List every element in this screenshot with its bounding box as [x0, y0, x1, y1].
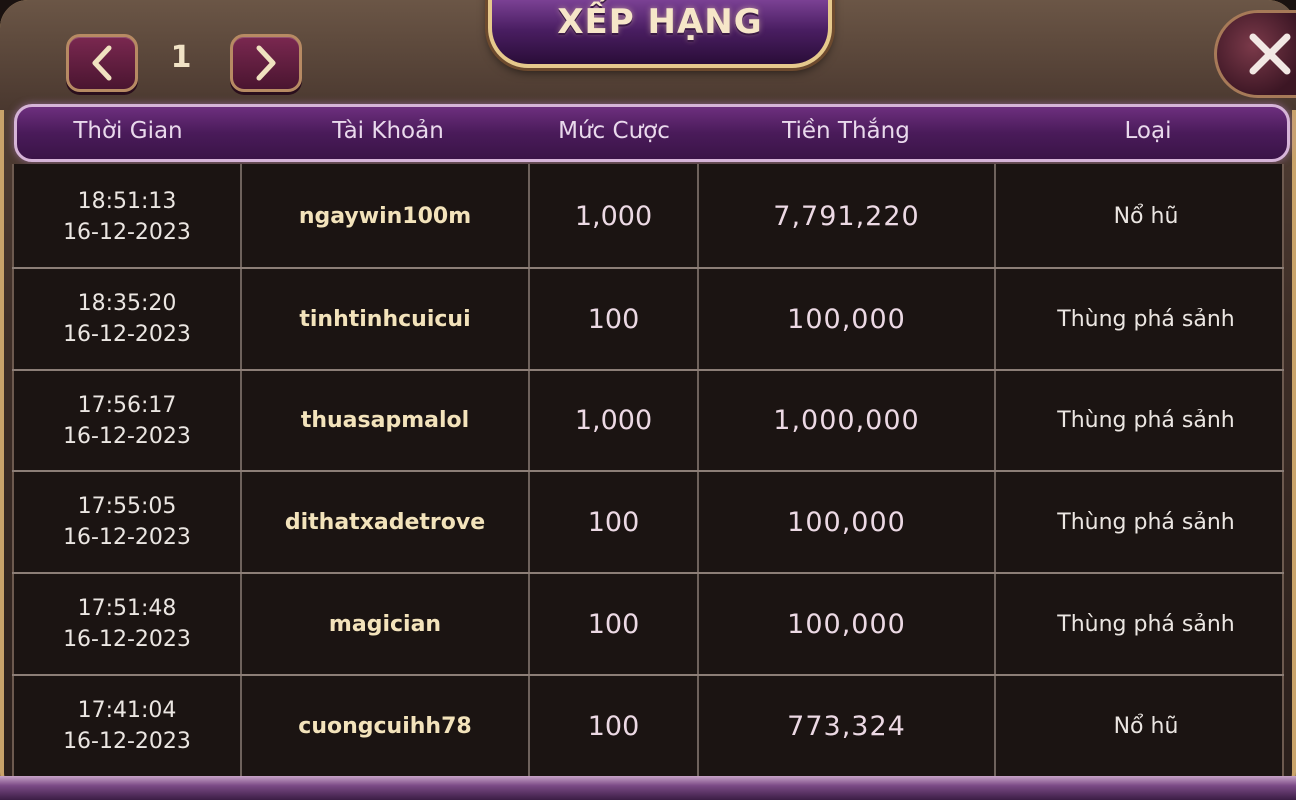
- row-type: Thùng phá sảnh: [1057, 306, 1235, 332]
- table-row: 17:56:17 16-12-2023: [14, 371, 240, 470]
- page-title: XẾP HẠNG: [557, 2, 763, 42]
- row-time: 17:56:17: [77, 392, 177, 418]
- row-time: 18:51:13: [77, 188, 177, 214]
- chevron-right-icon: [256, 45, 276, 81]
- row-type: Nổ hũ: [1113, 204, 1179, 229]
- row-bet: 100: [587, 608, 640, 640]
- header-win: Tiền Thắng: [782, 118, 910, 144]
- row-win: 100,000: [787, 608, 906, 640]
- page-number: 1: [170, 40, 192, 75]
- row-user: tinhtinhcuicui: [299, 306, 471, 332]
- close-icon: [1249, 33, 1291, 75]
- prev-page-button[interactable]: [66, 34, 138, 92]
- row-bet: 100: [587, 710, 640, 742]
- next-page-button[interactable]: [230, 34, 302, 92]
- row-date: 16-12-2023: [63, 627, 191, 652]
- table-row: 18:51:13 16-12-2023: [14, 166, 240, 267]
- header-type: Loại: [1124, 118, 1172, 144]
- row-user: dithatxadetrove: [284, 509, 486, 535]
- table-row: 17:41:04 16-12-2023: [14, 676, 240, 776]
- row-time: 17:55:05: [77, 494, 177, 519]
- row-win: 1,000,000: [773, 405, 920, 436]
- row-bet: 100: [587, 303, 640, 335]
- row-bet: 1,000: [574, 405, 653, 436]
- row-user: magician: [328, 611, 442, 637]
- row-user: thuasapmalol: [300, 408, 470, 433]
- panel-bottom-border: [0, 776, 1296, 800]
- row-win: 100,000: [787, 303, 906, 335]
- row-time: 17:41:04: [77, 698, 177, 723]
- row-type: Thùng phá sảnh: [1057, 408, 1235, 433]
- row-date: 16-12-2023: [63, 423, 191, 449]
- row-type: Thùng phá sảnh: [1057, 611, 1235, 637]
- table-row: 17:51:48 16-12-2023: [14, 574, 240, 674]
- title-badge: XẾP HẠNG: [488, 0, 832, 68]
- row-type: Nổ hũ: [1113, 713, 1179, 739]
- row-user: cuongcuihh78: [298, 713, 472, 739]
- table-row: 17:55:05 16-12-2023: [14, 472, 240, 572]
- row-bet: 100: [587, 506, 640, 538]
- close-button[interactable]: [1214, 10, 1296, 98]
- row-win: 7,791,220: [773, 201, 920, 232]
- row-date: 16-12-2023: [63, 729, 191, 754]
- header-account: Tài Khoản: [332, 118, 444, 144]
- row-date: 16-12-2023: [63, 322, 191, 347]
- chevron-left-icon: [92, 45, 112, 81]
- row-bet: 1,000: [574, 201, 653, 232]
- row-date: 16-12-2023: [63, 525, 191, 550]
- row-date: 16-12-2023: [63, 219, 191, 245]
- row-type: Thùng phá sảnh: [1057, 509, 1235, 535]
- header-bet: Mức Cược: [558, 118, 670, 144]
- header-time: Thời Gian: [73, 118, 183, 144]
- table-row: 18:35:20 16-12-2023: [14, 269, 240, 369]
- row-win: 773,324: [787, 710, 906, 742]
- row-time: 18:35:20: [77, 291, 177, 316]
- row-time: 17:51:48: [77, 596, 177, 621]
- row-user: ngaywin100m: [298, 204, 472, 229]
- row-win: 100,000: [787, 506, 906, 538]
